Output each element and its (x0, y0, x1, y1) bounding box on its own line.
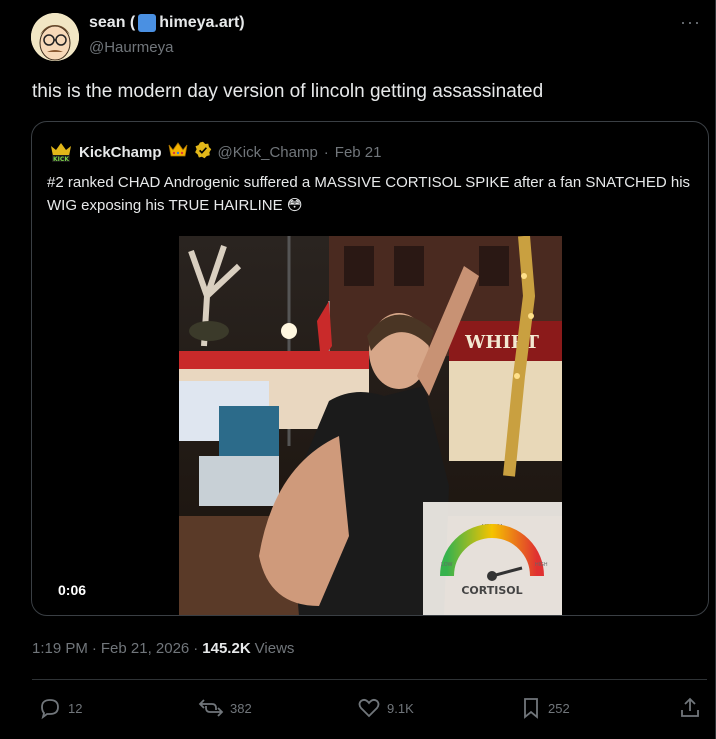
repost-icon (198, 699, 224, 717)
video-duration: 0:06 (58, 582, 87, 598)
bookmark-count: 252 (548, 700, 570, 716)
quoted-separator: · (323, 143, 329, 161)
like-count: 9.1K (387, 700, 414, 716)
verified-badge-icon (194, 141, 212, 163)
author-name[interactable]: sean ( himeya.art) (89, 14, 245, 32)
author-name-suffix: himeya.art) (159, 14, 245, 31)
reply-count: 12 (68, 700, 83, 716)
like-button[interactable]: 9.1K (357, 696, 414, 720)
quoted-date[interactable]: Feb 21 (335, 144, 382, 161)
gauge-cortisol-label: CORTISOL (461, 584, 522, 597)
tweet-text: this is the modern day version of lincol… (32, 81, 544, 102)
more-options-icon[interactable]: ··· (680, 12, 701, 33)
gauge-high-label: HIGH (535, 562, 548, 568)
blue-square-emoji-icon (138, 14, 157, 32)
flushed-face-emoji: 😳 (286, 197, 303, 214)
tweet-metadata: 1:19 PM · Feb 21, 2026 · 145.2K Views (32, 640, 294, 657)
quoted-tweet-text: #2 ranked CHAD Androgenic suffered a MAS… (47, 171, 699, 217)
repost-button[interactable]: 382 (198, 696, 252, 720)
views-label: Views (254, 640, 295, 657)
reply-icon (41, 699, 59, 720)
author-handle[interactable]: @Haurmeya (89, 39, 173, 56)
share-button[interactable] (678, 696, 702, 720)
meta-dot-1: · (91, 640, 97, 657)
quoted-author-name[interactable]: KickChamp (79, 144, 162, 161)
gauge-low-label: LOW (441, 562, 453, 568)
quoted-tweet-header: KICK KickChamp @Kick_Champ · Feb 21 (49, 140, 382, 164)
tweet-time[interactable]: 1:19 PM (32, 640, 88, 657)
svg-text:KICK: KICK (53, 156, 69, 163)
quoted-text-body: #2 ranked CHAD Androgenic suffered a MAS… (47, 174, 691, 214)
reply-button[interactable]: 12 (38, 696, 82, 720)
tweet-date[interactable]: Feb 21, 2026 (101, 640, 189, 657)
avatar-illustration (31, 13, 79, 61)
video-frame: WHIRT MEDIUM LOW HIGH CORTISOL (179, 236, 562, 615)
crown-icon (168, 141, 188, 163)
tweet: sean ( himeya.art) @Haurmeya ··· this is… (0, 0, 716, 739)
bookmark-icon (524, 698, 538, 719)
divider (32, 679, 707, 680)
action-bar: 12 382 9.1K 252 (0, 696, 716, 724)
author-name-prefix: sean ( (89, 14, 136, 31)
views-count: 145.2K (202, 640, 251, 657)
video-player[interactable]: WHIRT MEDIUM LOW HIGH CORTISOL (179, 236, 562, 615)
repost-count: 382 (230, 700, 252, 716)
heart-icon (358, 698, 380, 718)
quoted-author-handle[interactable]: @Kick_Champ (218, 144, 318, 161)
bookmark-button[interactable]: 252 (520, 696, 570, 720)
author-avatar[interactable] (31, 13, 79, 61)
quoted-tweet[interactable]: KICK KickChamp @Kick_Champ · Feb 21 #2 r… (31, 121, 709, 616)
share-icon (681, 697, 699, 717)
meta-dot-2: · (193, 640, 199, 657)
kickchamp-logo-icon: KICK (49, 140, 73, 164)
